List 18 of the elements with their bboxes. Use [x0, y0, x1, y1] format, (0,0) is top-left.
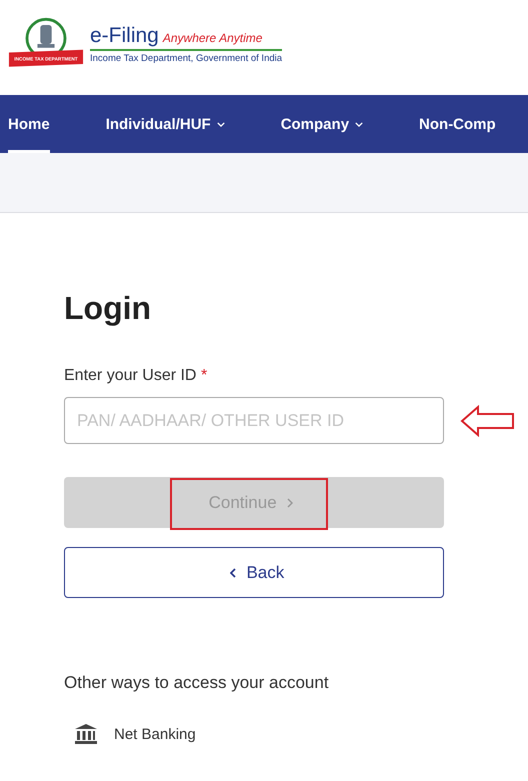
- login-option[interactable]: Net Banking: [74, 723, 528, 745]
- chevron-left-icon: [230, 568, 236, 578]
- arrow-left-icon: [460, 404, 516, 436]
- login-title: Login: [64, 289, 152, 327]
- brand-name: e-Filing: [90, 24, 159, 48]
- nav-link[interactable]: Company: [280, 95, 364, 153]
- field-label: Enter your User ID *: [64, 367, 208, 385]
- chevron-right-icon: [287, 498, 294, 508]
- back-button[interactable]: Back: [64, 547, 444, 598]
- nav-link[interactable]: Non-Comp: [419, 95, 496, 153]
- user-id-field[interactable]: PAN/ AADHAAR/ OTHER USER ID: [64, 397, 444, 444]
- chevron-down-icon: [355, 122, 364, 126]
- brand-subtitle: Income Tax Department, Government of India: [90, 52, 282, 64]
- chevron-down-icon: [216, 122, 225, 126]
- brand-tagline: Anywhere Anytime: [162, 30, 262, 44]
- nav-link[interactable]: Individual/HUF: [106, 95, 225, 153]
- bank-icon: [74, 723, 98, 745]
- section-heading: Other ways to access your account: [64, 673, 330, 693]
